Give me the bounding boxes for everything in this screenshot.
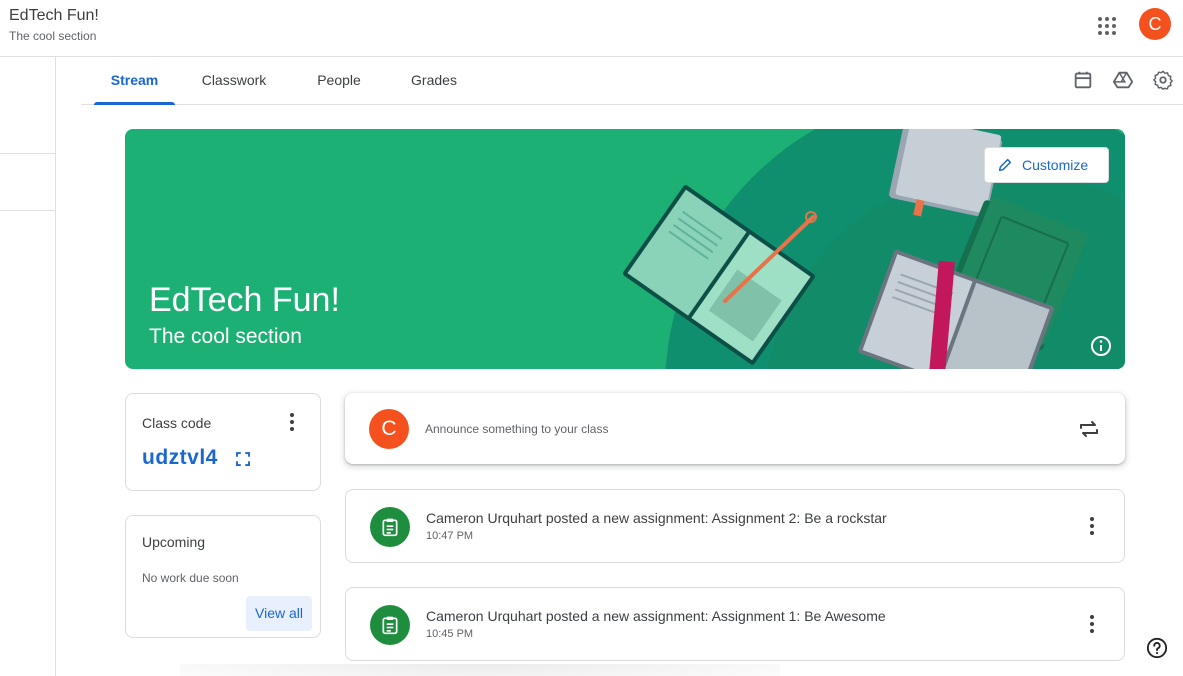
pencil-icon	[998, 158, 1012, 172]
tab-stream[interactable]: Stream	[94, 57, 175, 105]
announce-box[interactable]: C Announce something to your class	[345, 393, 1125, 464]
upcoming-card: Upcoming No work due soon View all	[125, 515, 321, 638]
more-vert-icon[interactable]	[1080, 612, 1104, 636]
post-title: Cameron Urquhart posted a new assignment…	[426, 510, 887, 526]
info-icon[interactable]	[1089, 334, 1113, 358]
more-vert-icon[interactable]	[1080, 514, 1104, 538]
post-time: 10:45 PM	[426, 628, 474, 640]
upcoming-label: Upcoming	[142, 534, 206, 550]
calendar-icon[interactable]	[1072, 69, 1094, 91]
left-navigation-rail	[0, 57, 56, 676]
banner-subtitle: The cool section	[149, 325, 302, 348]
assignment-icon	[370, 605, 410, 645]
announce-placeholder[interactable]: Announce something to your class	[425, 422, 608, 436]
tab-people[interactable]: People	[303, 57, 375, 104]
post-title: Cameron Urquhart posted a new assignment…	[426, 608, 886, 624]
announce-avatar: C	[369, 409, 409, 449]
fullscreen-icon[interactable]	[234, 450, 252, 468]
rail-divider	[0, 153, 55, 154]
class-code-label: Class code	[142, 415, 212, 431]
settings-gear-icon[interactable]	[1152, 69, 1174, 91]
repost-icon[interactable]	[1077, 417, 1101, 441]
class-tabs: Stream Classwork People Grades	[81, 57, 1183, 105]
stream-post[interactable]: Cameron Urquhart posted a new assignment…	[345, 489, 1125, 563]
class-banner: EdTech Fun! The cool section Customize	[125, 129, 1125, 369]
help-icon[interactable]	[1146, 637, 1168, 659]
more-vert-icon[interactable]	[280, 410, 304, 434]
class-title[interactable]: EdTech Fun!	[9, 7, 99, 25]
account-avatar[interactable]: C	[1139, 8, 1171, 40]
apps-grid-icon[interactable]	[1094, 12, 1120, 38]
assignment-icon	[370, 507, 410, 547]
rail-divider	[0, 210, 55, 211]
tab-classwork[interactable]: Classwork	[185, 57, 283, 104]
view-all-button[interactable]: View all	[246, 596, 312, 631]
drive-icon[interactable]	[1112, 69, 1134, 91]
customize-label: Customize	[1022, 157, 1089, 173]
tab-grades[interactable]: Grades	[399, 57, 469, 104]
bottom-shadow	[180, 664, 780, 676]
banner-title: EdTech Fun!	[149, 281, 340, 319]
upcoming-empty-text: No work due soon	[142, 571, 239, 585]
class-section: The cool section	[9, 29, 97, 43]
post-time: 10:47 PM	[426, 530, 474, 542]
class-code-card: Class code udztvl4	[125, 393, 321, 491]
class-code-value[interactable]: udztvl4	[142, 446, 218, 470]
top-app-bar: EdTech Fun! The cool section C	[0, 0, 1183, 57]
customize-button[interactable]: Customize	[984, 147, 1109, 183]
stream-post[interactable]: Cameron Urquhart posted a new assignment…	[345, 587, 1125, 661]
